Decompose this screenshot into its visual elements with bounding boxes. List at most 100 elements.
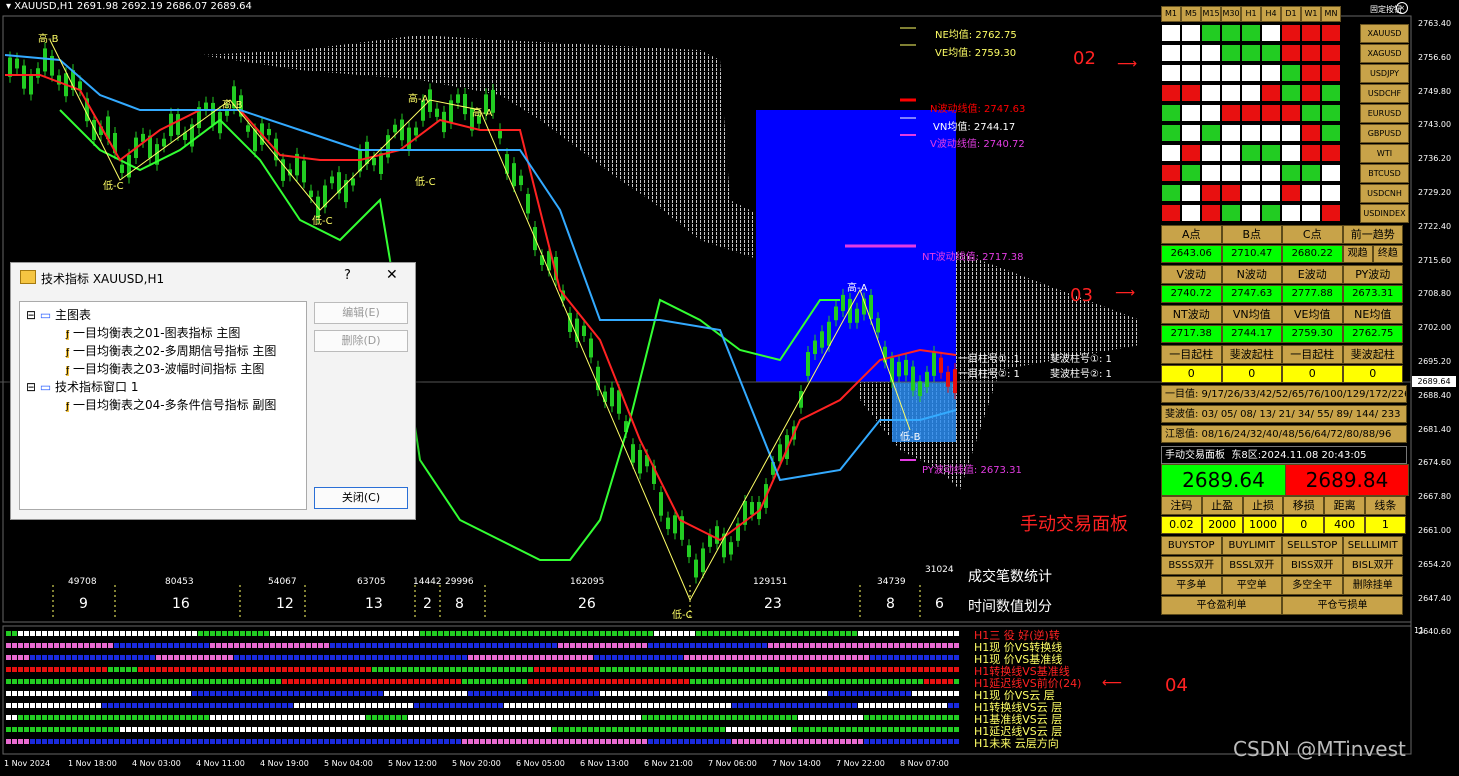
order-setting-value[interactable]: 2000 [1201, 516, 1243, 534]
close-button[interactable]: 关闭(C) [314, 487, 408, 509]
symbol-button-usdchf[interactable]: USDCHF [1360, 84, 1409, 103]
timeframe-m30[interactable]: M30 [1221, 6, 1241, 22]
symbol-button-xauusd[interactable]: XAUUSD [1360, 24, 1409, 43]
order-setting-label[interactable]: 线条 [1365, 496, 1406, 515]
order-action-button[interactable]: BUYLIMIT [1221, 536, 1282, 555]
order-setting-label[interactable]: 距离 [1324, 496, 1365, 515]
dropdown-triangle-icon[interactable]: ▾ [6, 1, 11, 12]
panel-header-button[interactable]: 一目起柱 [1161, 345, 1222, 364]
order-setting-value[interactable]: 400 [1324, 516, 1365, 534]
signal-dot [840, 703, 845, 708]
signal-dot [684, 667, 689, 672]
signal-dot [732, 643, 737, 648]
signal-dot [42, 679, 47, 684]
indicator-tree[interactable]: ⊟ ▭ 主图表 ƒ 一目均衡表之01-图表指标 主图 ƒ 一目均衡表之02-多周… [19, 301, 307, 510]
panel-header-button[interactable]: VE均值 [1282, 305, 1343, 324]
signal-dot [354, 739, 359, 744]
matrix-cell [1222, 185, 1240, 201]
order-action-button[interactable]: BSSL双开 [1221, 556, 1282, 575]
signal-dot [186, 655, 191, 660]
timeframe-m1[interactable]: M1 [1161, 6, 1181, 22]
order-action-button[interactable]: 平空单 [1221, 576, 1282, 595]
order-action-button[interactable]: BUYSTOP [1161, 536, 1222, 555]
panel-header-button[interactable]: E波动 [1282, 265, 1343, 284]
signal-dot [72, 739, 77, 744]
tree-item-indicator[interactable]: ƒ 一目均衡表之04-多条件信号指标 副图 [66, 396, 276, 413]
indicator-dialog[interactable]: 技术指标 XAUUSD,H1 ? ✕ ⊟ ▭ 主图表 ƒ 一目均衡表之01-图表… [10, 262, 416, 520]
dialog-close-icon[interactable]: ✕ [386, 267, 398, 283]
ask-price-button[interactable]: 2689.84 [1285, 464, 1409, 496]
symbol-button-xagusd[interactable]: XAGUSD [1360, 44, 1409, 63]
panel-header-button[interactable]: 前一趋势 [1342, 225, 1403, 244]
panel-header-button[interactable]: NT波动 [1161, 305, 1222, 324]
order-action-button[interactable]: BISS双开 [1282, 556, 1343, 575]
timeframe-m15[interactable]: M15 [1201, 6, 1221, 22]
signal-dot [108, 679, 113, 684]
panel-header-button[interactable]: B点 [1221, 225, 1282, 244]
panel-header-button[interactable]: V波动 [1161, 265, 1222, 284]
signal-dot [222, 703, 227, 708]
timeframe-h1[interactable]: H1 [1241, 6, 1261, 22]
tree-group-main[interactable]: ⊟ ▭ 主图表 [26, 306, 91, 323]
panel-header-button[interactable]: C点 [1282, 225, 1343, 244]
symbol-button-usdjpy[interactable]: USDJPY [1360, 64, 1409, 83]
symbol-button-gbpusd[interactable]: GBPUSD [1360, 124, 1409, 143]
edit-button[interactable]: 编辑(E) [314, 302, 408, 324]
panel-value: 2744.17 [1221, 325, 1282, 343]
panel-header-button[interactable]: PY波动 [1342, 265, 1403, 284]
symbol-button-eurusd[interactable]: EURUSD [1360, 104, 1409, 123]
timeframe-mn[interactable]: MN [1321, 6, 1341, 22]
order-action-button[interactable]: 多空全平 [1282, 576, 1343, 595]
timeframe-d1[interactable]: D1 [1281, 6, 1301, 22]
signal-dot [798, 655, 803, 660]
order-setting-value[interactable]: 0.02 [1161, 516, 1202, 534]
tree-group-window[interactable]: ⊟ ▭ 技术指标窗口 1 [26, 378, 139, 395]
timeframe-m5[interactable]: M5 [1181, 6, 1201, 22]
signal-dot [180, 667, 185, 672]
panel-header-button[interactable]: 斐波起柱 [1342, 345, 1403, 364]
panel-header-button[interactable]: NE均值 [1342, 305, 1403, 324]
panel-header-button[interactable]: N波动 [1221, 265, 1282, 284]
order-action-button[interactable]: BSSS双开 [1161, 556, 1222, 575]
order-setting-label[interactable]: 止损 [1242, 496, 1284, 515]
tree-item-indicator[interactable]: ƒ 一目均衡表之02-多周期信号指标 主图 [66, 342, 276, 359]
signal-dot [348, 643, 353, 648]
matrix-cell [1322, 165, 1340, 181]
signal-dot [636, 691, 641, 696]
order-action-button[interactable]: BISL双开 [1342, 556, 1403, 575]
signal-dot [516, 691, 521, 696]
help-button[interactable]: ? [344, 268, 351, 283]
close-loss-button[interactable]: 平仓亏损单 [1282, 596, 1403, 615]
timeframe-h4[interactable]: H4 [1261, 6, 1281, 22]
signal-dot [678, 691, 683, 696]
trend-observe-button[interactable]: 观趋 [1342, 245, 1373, 263]
order-setting-value[interactable]: 0 [1283, 516, 1325, 534]
tree-item-indicator[interactable]: ƒ 一目均衡表之03-波幅时间指标 主图 [66, 360, 264, 377]
close-profit-button[interactable]: 平仓盈利单 [1161, 596, 1282, 615]
signal-dot [498, 667, 503, 672]
panel-header-button[interactable]: 斐波起柱 [1221, 345, 1282, 364]
symbol-button-btcusd[interactable]: BTCUSD [1360, 164, 1409, 183]
panel-header-button[interactable]: 一目起柱 [1282, 345, 1343, 364]
order-action-button[interactable]: 平多单 [1161, 576, 1222, 595]
symbol-button-usdcnh[interactable]: USDCNH [1360, 184, 1409, 203]
delete-button[interactable]: 删除(D) [314, 330, 408, 352]
order-setting-value[interactable]: 1000 [1242, 516, 1284, 534]
panel-header-button[interactable]: A点 [1161, 225, 1222, 244]
order-setting-label[interactable]: 移损 [1283, 496, 1325, 515]
order-action-button[interactable]: 删除挂单 [1342, 576, 1403, 595]
trend-end-button[interactable]: 终趋 [1372, 245, 1403, 263]
tree-item-indicator[interactable]: ƒ 一目均衡表之01-图表指标 主图 [66, 324, 240, 341]
signal-dot [768, 691, 773, 696]
close-icon[interactable]: × [1396, 2, 1408, 14]
order-setting-label[interactable]: 止盈 [1201, 496, 1243, 515]
order-action-button[interactable]: SELLLIMIT [1342, 536, 1403, 555]
order-setting-label[interactable]: 注码 [1161, 496, 1202, 515]
panel-header-button[interactable]: VN均值 [1221, 305, 1282, 324]
timeframe-w1[interactable]: W1 [1301, 6, 1321, 22]
symbol-button-usdindex[interactable]: USDINDEX [1360, 204, 1409, 223]
order-action-button[interactable]: SELLSTOP [1282, 536, 1343, 555]
bid-price-button[interactable]: 2689.64 [1161, 464, 1286, 496]
symbol-button-wti[interactable]: WTI [1360, 144, 1409, 163]
order-setting-value[interactable]: 1 [1365, 516, 1406, 534]
